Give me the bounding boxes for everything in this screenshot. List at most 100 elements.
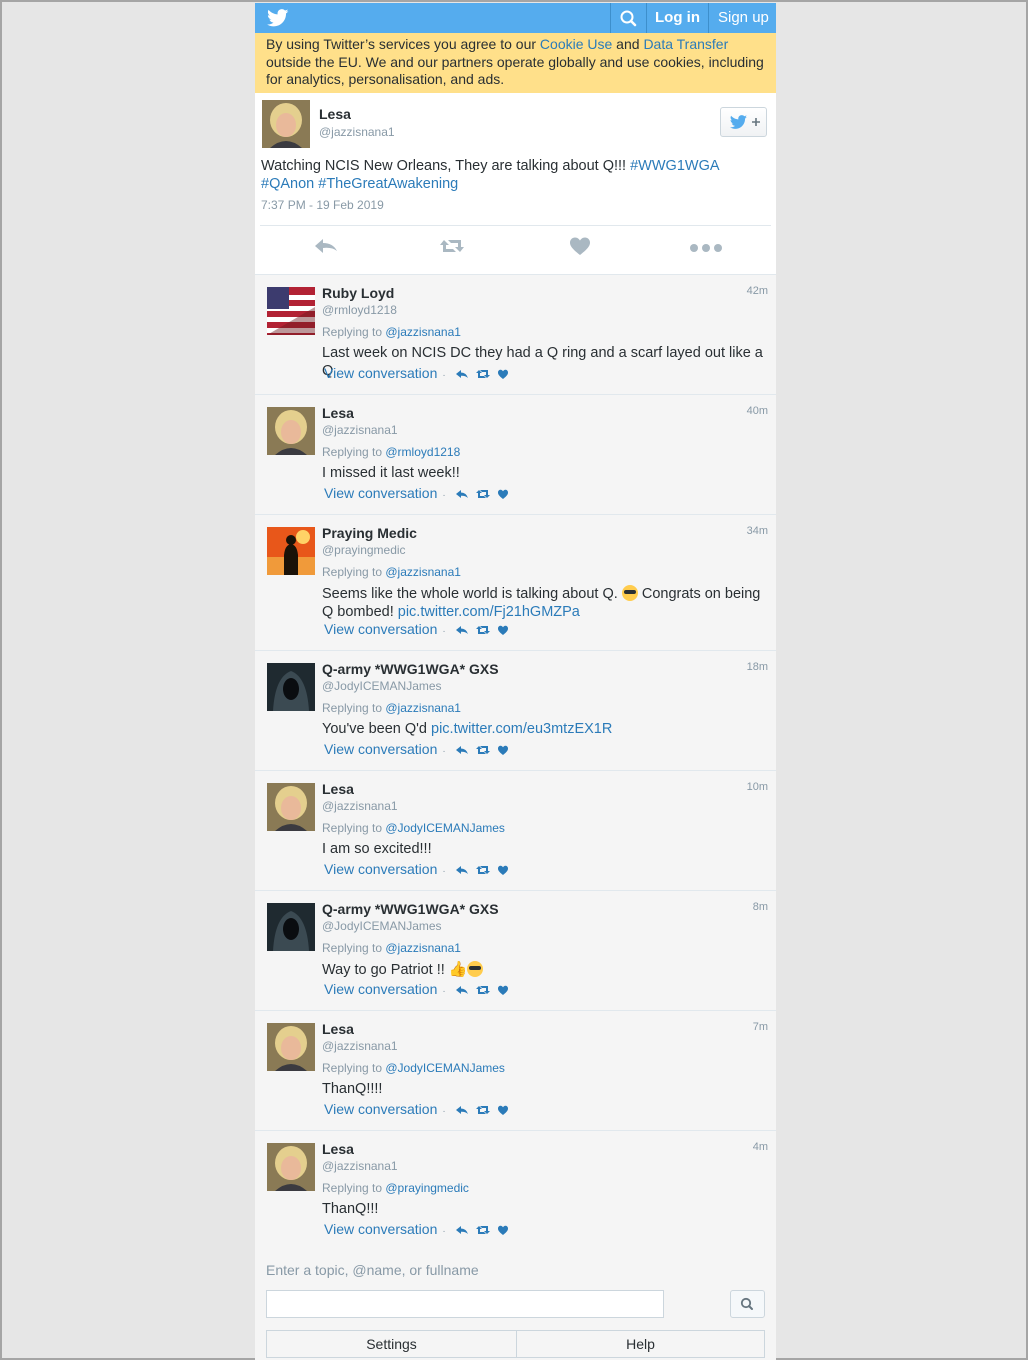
replying-to-link[interactable]: @JodyICEMANJames bbox=[385, 821, 505, 835]
retweet-icon[interactable] bbox=[475, 744, 491, 756]
reply-author-handle[interactable]: @JodyICEMANJames bbox=[322, 919, 442, 933]
retweet-icon[interactable] bbox=[475, 1224, 491, 1236]
signup-link[interactable]: Sign up bbox=[718, 9, 769, 26]
view-conversation-link[interactable]: View conversation bbox=[324, 621, 437, 637]
reply-author-handle[interactable]: @jazzisnana1 bbox=[322, 1039, 398, 1053]
retweet-icon[interactable] bbox=[475, 368, 491, 380]
reply-author-handle[interactable]: @jazzisnana1 bbox=[322, 423, 398, 437]
replying-to-link[interactable]: @jazzisnana1 bbox=[385, 701, 461, 715]
reply-tweet[interactable]: Q-army *WWG1WGA* GXS @JodyICEMANJames 8m Re… bbox=[255, 890, 776, 1010]
retweet-icon[interactable] bbox=[475, 624, 491, 636]
hashtag-link[interactable]: #WWG1WGA bbox=[630, 158, 719, 174]
login-link[interactable]: Log in bbox=[655, 9, 700, 26]
reply-author-name[interactable]: Praying Medic bbox=[322, 525, 417, 541]
avatar[interactable] bbox=[267, 1023, 315, 1071]
reply-author-handle[interactable]: @prayingmedic bbox=[322, 543, 406, 557]
reply-timestamp[interactable]: 40m bbox=[747, 405, 768, 417]
like-icon[interactable] bbox=[565, 234, 595, 258]
pic-link[interactable]: pic.twitter.com/Fj21hGMZPa bbox=[398, 604, 580, 620]
reply-author-handle[interactable]: @JodyICEMANJames bbox=[322, 679, 442, 693]
avatar[interactable] bbox=[262, 100, 310, 148]
reply-icon[interactable] bbox=[455, 744, 469, 756]
retweet-icon[interactable] bbox=[475, 488, 491, 500]
view-conversation-link[interactable]: View conversation bbox=[324, 861, 437, 877]
view-conversation-link[interactable]: View conversation bbox=[324, 485, 437, 501]
avatar[interactable] bbox=[267, 783, 315, 831]
cookie-use-link[interactable]: Cookie Use bbox=[540, 36, 612, 52]
replying-to-link[interactable]: @jazzisnana1 bbox=[385, 325, 461, 339]
like-icon[interactable] bbox=[497, 368, 509, 380]
reply-tweet[interactable]: Q-army *WWG1WGA* GXS @JodyICEMANJames 18m R… bbox=[255, 650, 776, 770]
twitter-bird-icon[interactable] bbox=[267, 9, 289, 27]
reply-author-name[interactable]: Lesa bbox=[322, 1021, 354, 1037]
like-icon[interactable] bbox=[497, 984, 509, 996]
reply-author-handle[interactable]: @jazzisnana1 bbox=[322, 799, 398, 813]
pic-link[interactable]: pic.twitter.com/eu3mtzEX1R bbox=[431, 721, 612, 737]
reply-author-handle[interactable]: @rmloyd1218 bbox=[322, 303, 397, 317]
help-link[interactable]: Help bbox=[517, 1331, 764, 1357]
avatar[interactable] bbox=[267, 287, 315, 335]
more-icon[interactable] bbox=[688, 234, 724, 258]
like-icon[interactable] bbox=[497, 744, 509, 756]
reply-timestamp[interactable]: 18m bbox=[747, 661, 768, 673]
settings-link[interactable]: Settings bbox=[267, 1331, 516, 1357]
reply-timestamp[interactable]: 10m bbox=[747, 781, 768, 793]
reply-tweet[interactable]: Ruby Loyd @rmloyd1218 42m Replying to @jazz… bbox=[255, 274, 776, 394]
reply-author-name[interactable]: Q-army *WWG1WGA* GXS bbox=[322, 661, 499, 677]
avatar[interactable] bbox=[267, 1143, 315, 1191]
avatar[interactable] bbox=[267, 407, 315, 455]
search-icon[interactable] bbox=[611, 3, 645, 33]
view-conversation-link[interactable]: View conversation bbox=[324, 741, 437, 757]
like-icon[interactable] bbox=[497, 1104, 509, 1116]
search-input[interactable] bbox=[266, 1290, 664, 1318]
reply-timestamp[interactable]: 8m bbox=[753, 901, 768, 913]
like-icon[interactable] bbox=[497, 1224, 509, 1236]
view-conversation-link[interactable]: View conversation bbox=[324, 365, 437, 381]
like-icon[interactable] bbox=[497, 864, 509, 876]
data-transfer-link[interactable]: Data Transfer bbox=[643, 36, 728, 52]
reply-icon[interactable] bbox=[455, 1104, 469, 1116]
reply-timestamp[interactable]: 42m bbox=[747, 285, 768, 297]
reply-author-name[interactable]: Lesa bbox=[322, 405, 354, 421]
retweet-icon[interactable] bbox=[475, 864, 491, 876]
avatar[interactable] bbox=[267, 663, 315, 711]
hashtag-link[interactable]: #QAnon bbox=[261, 176, 314, 192]
reply-icon[interactable] bbox=[455, 488, 469, 500]
reply-icon[interactable] bbox=[311, 234, 341, 258]
reply-tweet[interactable]: Lesa @jazzisnana1 40m Replying to @rmloyd12… bbox=[255, 394, 776, 514]
tweet-timestamp[interactable]: 7:37 PM - 19 Feb 2019 bbox=[261, 198, 384, 212]
reply-timestamp[interactable]: 34m bbox=[747, 525, 768, 537]
reply-icon[interactable] bbox=[455, 368, 469, 380]
like-icon[interactable] bbox=[497, 488, 509, 500]
view-conversation-link[interactable]: View conversation bbox=[324, 1221, 437, 1237]
view-conversation-link[interactable]: View conversation bbox=[324, 981, 437, 997]
reply-author-name[interactable]: Lesa bbox=[322, 781, 354, 797]
reply-tweet[interactable]: Lesa @jazzisnana1 7m Replying to @JodyICEMA… bbox=[255, 1010, 776, 1130]
like-icon[interactable] bbox=[497, 624, 509, 636]
reply-tweet[interactable]: Lesa @jazzisnana1 4m Replying to @prayingme… bbox=[255, 1130, 776, 1250]
replying-to-link[interactable]: @jazzisnana1 bbox=[385, 941, 461, 955]
reply-icon[interactable] bbox=[455, 624, 469, 636]
retweet-icon[interactable] bbox=[475, 1104, 491, 1116]
reply-timestamp[interactable]: 4m bbox=[753, 1141, 768, 1153]
hashtag-link[interactable]: #TheGreatAwakening bbox=[318, 176, 458, 192]
search-submit-button[interactable] bbox=[730, 1290, 765, 1318]
reply-author-name[interactable]: Lesa bbox=[322, 1141, 354, 1157]
reply-author-handle[interactable]: @jazzisnana1 bbox=[322, 1159, 398, 1173]
replying-to-link[interactable]: @prayingmedic bbox=[385, 1181, 469, 1195]
retweet-icon[interactable] bbox=[475, 984, 491, 996]
replying-to-link[interactable]: @rmloyd1218 bbox=[385, 445, 460, 459]
author-handle[interactable]: @jazzisnana1 bbox=[319, 125, 395, 139]
avatar[interactable] bbox=[267, 903, 315, 951]
replying-to-link[interactable]: @JodyICEMANJames bbox=[385, 1061, 505, 1075]
view-conversation-link[interactable]: View conversation bbox=[324, 1101, 437, 1117]
replying-to-link[interactable]: @jazzisnana1 bbox=[385, 565, 461, 579]
reply-tweet[interactable]: Praying Medic @prayingmedic 34m Replying to… bbox=[255, 514, 776, 650]
reply-icon[interactable] bbox=[455, 864, 469, 876]
reply-author-name[interactable]: Q-army *WWG1WGA* GXS bbox=[322, 901, 499, 917]
reply-tweet[interactable]: Lesa @jazzisnana1 10m Replying to @JodyICEM… bbox=[255, 770, 776, 890]
follow-button[interactable] bbox=[720, 107, 767, 137]
author-name[interactable]: Lesa bbox=[319, 106, 351, 122]
reply-icon[interactable] bbox=[455, 1224, 469, 1236]
reply-timestamp[interactable]: 7m bbox=[753, 1021, 768, 1033]
